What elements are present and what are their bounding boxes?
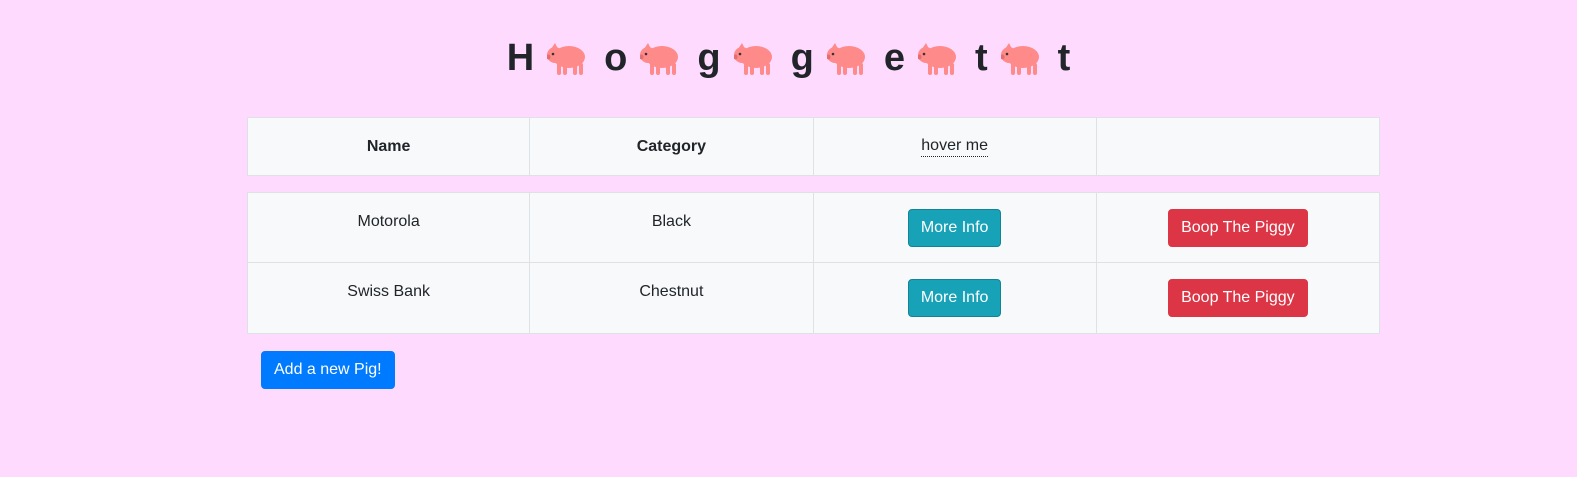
pig-icon [733,43,772,75]
title-letter: t [974,37,988,79]
pig-icon [826,43,865,75]
pig-name: Motorola [247,192,531,263]
pig-icon [547,43,586,75]
add-pig-button[interactable]: Add a new Pig! [261,351,395,389]
header-actions [1096,117,1380,176]
table-row: Motorola Black More Info Boop The Piggy [247,192,1380,263]
boop-piggy-button[interactable]: Boop The Piggy [1168,279,1308,317]
table-header: Name Category hover me [247,117,1380,176]
page-title: H o g g e t t [0,30,1577,86]
header-hover-cell: hover me [813,117,1097,176]
pig-icon [1000,43,1039,75]
header-name: Name [247,117,531,176]
info-cell: More Info [813,263,1097,334]
header-category: Category [530,117,814,176]
pig-category: Chestnut [530,263,814,334]
pig-icon [640,43,679,75]
title-letter: g [697,37,721,79]
boop-cell: Boop The Piggy [1096,263,1380,334]
title-letter: t [1057,37,1071,79]
header-row: Name Category hover me [247,117,1380,176]
title-letter: H [506,37,535,79]
table-row: Swiss Bank Chestnut More Info Boop The P… [247,263,1380,334]
pig-name: Swiss Bank [247,263,531,334]
info-cell: More Info [813,192,1097,263]
more-info-button[interactable]: More Info [907,208,1002,247]
pig-category: Black [530,192,814,263]
title-letter: o [604,37,628,79]
boop-cell: Boop The Piggy [1096,192,1380,263]
pig-icon [917,43,956,75]
boop-piggy-button[interactable]: Boop The Piggy [1168,208,1308,247]
hover-me-tooltip-trigger[interactable]: hover me [921,136,988,157]
pig-table: Motorola Black More Info Boop The Piggy … [247,192,1380,334]
title-letter: e [883,37,905,79]
more-info-button[interactable]: More Info [907,279,1002,317]
title-letter: g [790,37,814,79]
